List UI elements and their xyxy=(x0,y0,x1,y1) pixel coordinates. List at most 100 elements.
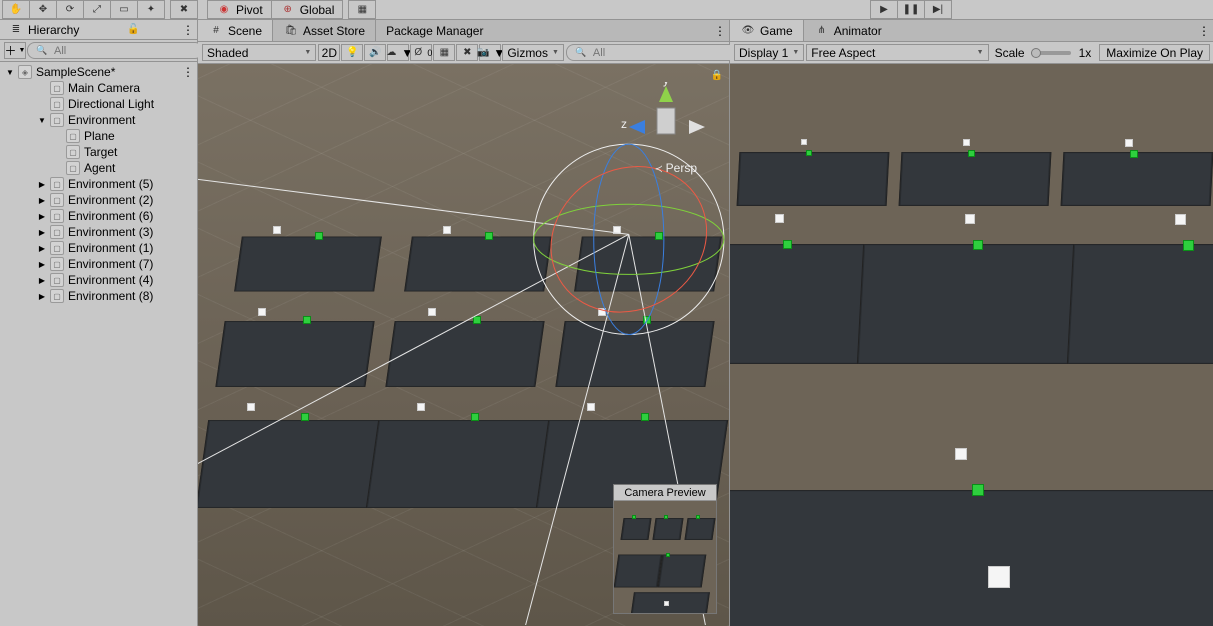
foldout-icon[interactable]: ▶ xyxy=(36,210,48,222)
hierarchy-item[interactable]: ▶▢Environment (8) xyxy=(0,288,197,304)
game-tab-context[interactable]: ⋮ xyxy=(1195,20,1213,41)
scale-tool[interactable]: ⤢ xyxy=(83,0,111,19)
tab-game[interactable]: 👁 Game xyxy=(730,20,804,41)
transform-tool[interactable]: ✦ xyxy=(137,0,165,19)
foldout-icon[interactable] xyxy=(52,162,64,174)
hierarchy-item[interactable]: ▢Agent xyxy=(0,160,197,176)
move-tool[interactable]: ✥ xyxy=(29,0,57,19)
hierarchy-item[interactable]: ▼▢Environment xyxy=(0,112,197,128)
env-plane[interactable] xyxy=(385,321,544,387)
hierarchy-tab[interactable]: ≣ Hierarchy xyxy=(0,20,87,39)
target-cube[interactable] xyxy=(315,232,323,240)
foldout-icon[interactable]: ▼ xyxy=(4,66,16,78)
slider-thumb[interactable] xyxy=(1031,48,1041,58)
hierarchy-item[interactable]: ▶▢Environment (1) xyxy=(0,240,197,256)
env-plane[interactable] xyxy=(404,237,552,292)
env-plane[interactable] xyxy=(198,420,388,508)
hierarchy-item[interactable]: ▶▢Environment (2) xyxy=(0,192,197,208)
panel-lock-toggle[interactable]: 🔓 xyxy=(124,20,142,39)
gizmo-lock-toggle[interactable]: 🔒 xyxy=(711,70,723,81)
hierarchy-item[interactable]: ▢Target xyxy=(0,144,197,160)
agent-cube[interactable] xyxy=(247,403,255,411)
foldout-icon[interactable]: ▶ xyxy=(36,242,48,254)
scene-visibility-toggle[interactable]: Ø0 xyxy=(410,44,432,61)
agent-cube[interactable] xyxy=(587,403,595,411)
space-toggle[interactable]: ⊕ Global xyxy=(271,0,344,19)
hierarchy-tree[interactable]: ▼ ◈ SampleScene* ⋮ ▢Main Camera▢Directio… xyxy=(0,62,197,626)
target-cube[interactable] xyxy=(301,413,309,421)
agent-cube[interactable] xyxy=(258,308,266,316)
hierarchy-item[interactable]: ▶▢Environment (7) xyxy=(0,256,197,272)
rotate-tool[interactable]: ⟳ xyxy=(56,0,84,19)
rect-tool[interactable]: ▭ xyxy=(110,0,138,19)
snap-toggle[interactable]: ▦ xyxy=(348,0,376,19)
play-button[interactable]: ▶ xyxy=(870,0,898,19)
target-cube[interactable] xyxy=(643,316,651,324)
scene-context[interactable]: ⋮ xyxy=(179,64,197,80)
create-dropdown[interactable]: ＋▼ xyxy=(4,42,26,59)
env-plane[interactable] xyxy=(366,420,558,508)
foldout-icon[interactable]: ▶ xyxy=(36,178,48,190)
fx-toggle[interactable]: ☁▼ xyxy=(387,44,409,61)
gizmos-dropdown[interactable]: Gizmos ▼ xyxy=(502,44,564,61)
game-viewport[interactable] xyxy=(730,64,1213,626)
tab-asset-store[interactable]: 🛍 Asset Store xyxy=(273,20,376,41)
grid-toggle[interactable]: ▦ xyxy=(433,44,455,61)
target-cube[interactable] xyxy=(641,413,649,421)
projection-label[interactable]: ≺ Persp xyxy=(654,161,697,175)
agent-cube[interactable] xyxy=(273,226,281,234)
tab-scene[interactable]: # Scene xyxy=(198,20,273,41)
foldout-icon[interactable] xyxy=(52,146,64,158)
aspect-dropdown[interactable]: Free Aspect ▼ xyxy=(806,44,988,61)
shading-mode-dropdown[interactable]: Shaded ▼ xyxy=(202,44,316,61)
scene-tab-context[interactable]: ⋮ xyxy=(711,20,729,41)
foldout-icon[interactable] xyxy=(36,82,48,94)
agent-cube[interactable] xyxy=(428,308,436,316)
hierarchy-item[interactable]: ▶▢Environment (5) xyxy=(0,176,197,192)
target-cube[interactable] xyxy=(655,232,663,240)
env-plane[interactable] xyxy=(555,321,714,387)
env-plane[interactable] xyxy=(215,321,374,387)
scene-search-input[interactable] xyxy=(593,47,735,59)
foldout-icon[interactable]: ▶ xyxy=(36,194,48,206)
target-cube[interactable] xyxy=(485,232,493,240)
hierarchy-item[interactable]: ▢Main Camera xyxy=(0,80,197,96)
step-button[interactable]: ▶| xyxy=(924,0,952,19)
foldout-icon[interactable]: ▼ xyxy=(36,114,48,126)
camera-settings[interactable]: 📷▼ xyxy=(479,44,501,61)
display-dropdown[interactable]: Display 1▼ xyxy=(734,44,804,61)
2d-toggle[interactable]: 2D xyxy=(318,44,340,61)
pivot-toggle[interactable]: ◉ Pivot xyxy=(207,0,272,19)
foldout-icon[interactable] xyxy=(36,98,48,110)
lighting-toggle[interactable]: 💡 xyxy=(341,44,363,61)
hierarchy-search-input[interactable] xyxy=(54,45,196,57)
hierarchy-context-menu[interactable]: ⋮ xyxy=(179,20,197,39)
foldout-icon[interactable]: ▶ xyxy=(36,258,48,270)
scene-viewport[interactable]: y z 🔒 ≺ Persp Camera Preview xyxy=(198,64,729,626)
env-plane[interactable] xyxy=(574,237,722,292)
target-cube[interactable] xyxy=(303,316,311,324)
foldout-icon[interactable]: ▶ xyxy=(36,274,48,286)
hand-tool[interactable]: ✋ xyxy=(2,0,30,19)
foldout-icon[interactable] xyxy=(52,130,64,142)
hierarchy-item[interactable]: ▢Directional Light xyxy=(0,96,197,112)
foldout-icon[interactable]: ▶ xyxy=(36,226,48,238)
custom-editor-tools[interactable]: ✖ xyxy=(170,0,198,19)
scale-slider[interactable] xyxy=(1031,51,1071,55)
hierarchy-item[interactable]: ▶▢Environment (4) xyxy=(0,272,197,288)
tab-package-manager[interactable]: Package Manager xyxy=(376,20,493,41)
scene-root[interactable]: ▼ ◈ SampleScene* ⋮ xyxy=(0,64,197,80)
tab-animator[interactable]: ⋔ Animator xyxy=(804,20,892,41)
env-plane[interactable] xyxy=(234,237,382,292)
hierarchy-search[interactable]: 🔍 xyxy=(27,42,203,59)
camera-preview[interactable]: Camera Preview xyxy=(613,484,717,614)
agent-cube[interactable] xyxy=(613,226,621,234)
agent-cube[interactable] xyxy=(598,308,606,316)
hierarchy-item[interactable]: ▶▢Environment (3) xyxy=(0,224,197,240)
hierarchy-item[interactable]: ▶▢Environment (6) xyxy=(0,208,197,224)
foldout-icon[interactable]: ▶ xyxy=(36,290,48,302)
agent-cube[interactable] xyxy=(443,226,451,234)
agent-cube[interactable] xyxy=(417,403,425,411)
scene-search[interactable]: 🔍 xyxy=(566,44,742,61)
pause-button[interactable]: ❚❚ xyxy=(897,0,925,19)
